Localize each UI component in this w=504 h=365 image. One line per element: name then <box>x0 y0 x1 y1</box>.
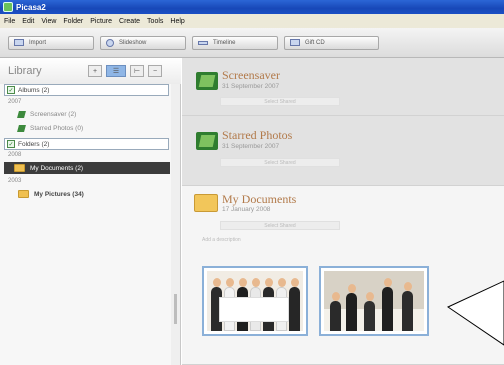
library-sidebar: Library + ☰ ⊢ − ✓ Albums (2) 2007 Screen… <box>0 58 181 365</box>
folder-title: My Documents <box>222 192 297 206</box>
library-header: Library + ☰ ⊢ − <box>0 58 181 84</box>
album-section: Screensaver 31 September 2007 Select Sha… <box>182 58 504 116</box>
album-icon <box>17 124 26 132</box>
photo-browser: Screensaver 31 September 2007 Select Sha… <box>182 58 504 365</box>
gift-cd-label: Gift CD <box>305 39 325 46</box>
sidebar-item-label: My Pictures (34) <box>34 190 84 198</box>
timeline-label: Timeline <box>213 39 236 46</box>
folders-group[interactable]: ✓ Folders (2) <box>4 138 169 150</box>
folder-icon <box>14 164 25 172</box>
year-label: 2008 <box>8 152 22 158</box>
slideshow-button[interactable]: Slideshow <box>100 35 186 50</box>
slideshow-label: Slideshow <box>119 39 147 46</box>
year-label: 2007 <box>8 99 22 105</box>
tree-view-icon[interactable]: ⊢ <box>130 65 144 77</box>
import-button[interactable]: Import <box>8 35 94 50</box>
folders-group-label: Folders (2) <box>18 140 50 148</box>
folder-icon <box>194 194 218 212</box>
sidebar-scroll-thumb[interactable] <box>174 294 177 324</box>
albums-group[interactable]: ✓ Albums (2) <box>4 84 169 96</box>
sidebar-item-label: My Documents (2) <box>30 164 84 172</box>
menu-create[interactable]: Create <box>119 18 140 25</box>
expand-checkbox-icon[interactable]: ✓ <box>7 86 15 94</box>
album-date: 31 September 2007 <box>222 83 280 90</box>
album-icon <box>17 110 26 118</box>
gift-cd-icon <box>290 39 300 46</box>
folder-date: 17 January 2008 <box>222 206 271 213</box>
folder-icon <box>18 190 29 198</box>
window-title: Picasa2 <box>16 2 46 12</box>
album-icon <box>196 132 218 150</box>
list-view-icon[interactable]: ☰ <box>106 65 126 77</box>
sidebar-item-my-pictures[interactable]: My Pictures (34) <box>8 188 168 200</box>
timeline-icon <box>198 40 208 45</box>
album-icon <box>196 72 218 90</box>
album-section: Starred Photos 31 September 2007 Select … <box>182 116 504 186</box>
albums-group-label: Albums (2) <box>18 86 50 94</box>
share-button[interactable]: Select Shared <box>220 97 340 106</box>
share-button[interactable]: Select Shared <box>220 158 340 167</box>
timeline-button[interactable]: Timeline <box>192 35 278 50</box>
sidebar-item-label: Screensaver (2) <box>30 110 77 118</box>
share-button[interactable]: Select Shared <box>220 221 340 230</box>
album-title: Starred Photos <box>222 128 293 142</box>
play-icon <box>106 38 114 47</box>
menu-bar: File Edit View Folder Picture Create Too… <box>0 14 504 28</box>
camera-icon <box>14 39 24 46</box>
add-description-link[interactable]: Add a description <box>202 237 241 243</box>
expand-checkbox-icon[interactable]: ✓ <box>7 140 15 148</box>
album-title: Screensaver <box>222 68 280 82</box>
menu-file[interactable]: File <box>4 18 15 25</box>
menu-help[interactable]: Help <box>170 18 184 25</box>
sidebar-item-my-documents[interactable]: My Documents (2) <box>4 162 170 174</box>
import-label: Import <box>29 39 47 46</box>
year-label: 2003 <box>8 178 22 184</box>
library-title: Library <box>8 65 42 77</box>
menu-folder[interactable]: Folder <box>63 18 83 25</box>
toolbar: Import Slideshow Timeline Gift CD <box>0 28 504 58</box>
photo-business-meeting <box>324 271 424 331</box>
photo-thumbnail[interactable] <box>319 266 429 336</box>
gift-cd-button[interactable]: Gift CD <box>284 35 379 50</box>
menu-tools[interactable]: Tools <box>147 18 163 25</box>
photo-thumbnail[interactable] <box>202 266 308 336</box>
picasa-app-icon <box>3 2 13 12</box>
menu-picture[interactable]: Picture <box>90 18 112 25</box>
photo-group-with-board <box>207 271 303 331</box>
album-date: 31 September 2007 <box>222 143 280 150</box>
menu-view[interactable]: View <box>41 18 56 25</box>
sidebar-item-screensaver[interactable]: Screensaver (2) <box>8 108 168 120</box>
sidebar-item-starred-photos[interactable]: Starred Photos (0) <box>8 122 168 134</box>
collapse-icon[interactable]: − <box>148 65 162 77</box>
sidebar-item-label: Starred Photos (0) <box>30 124 84 132</box>
title-bar: Picasa2 <box>0 0 504 14</box>
new-album-icon[interactable]: + <box>88 65 102 77</box>
menu-edit[interactable]: Edit <box>22 18 34 25</box>
